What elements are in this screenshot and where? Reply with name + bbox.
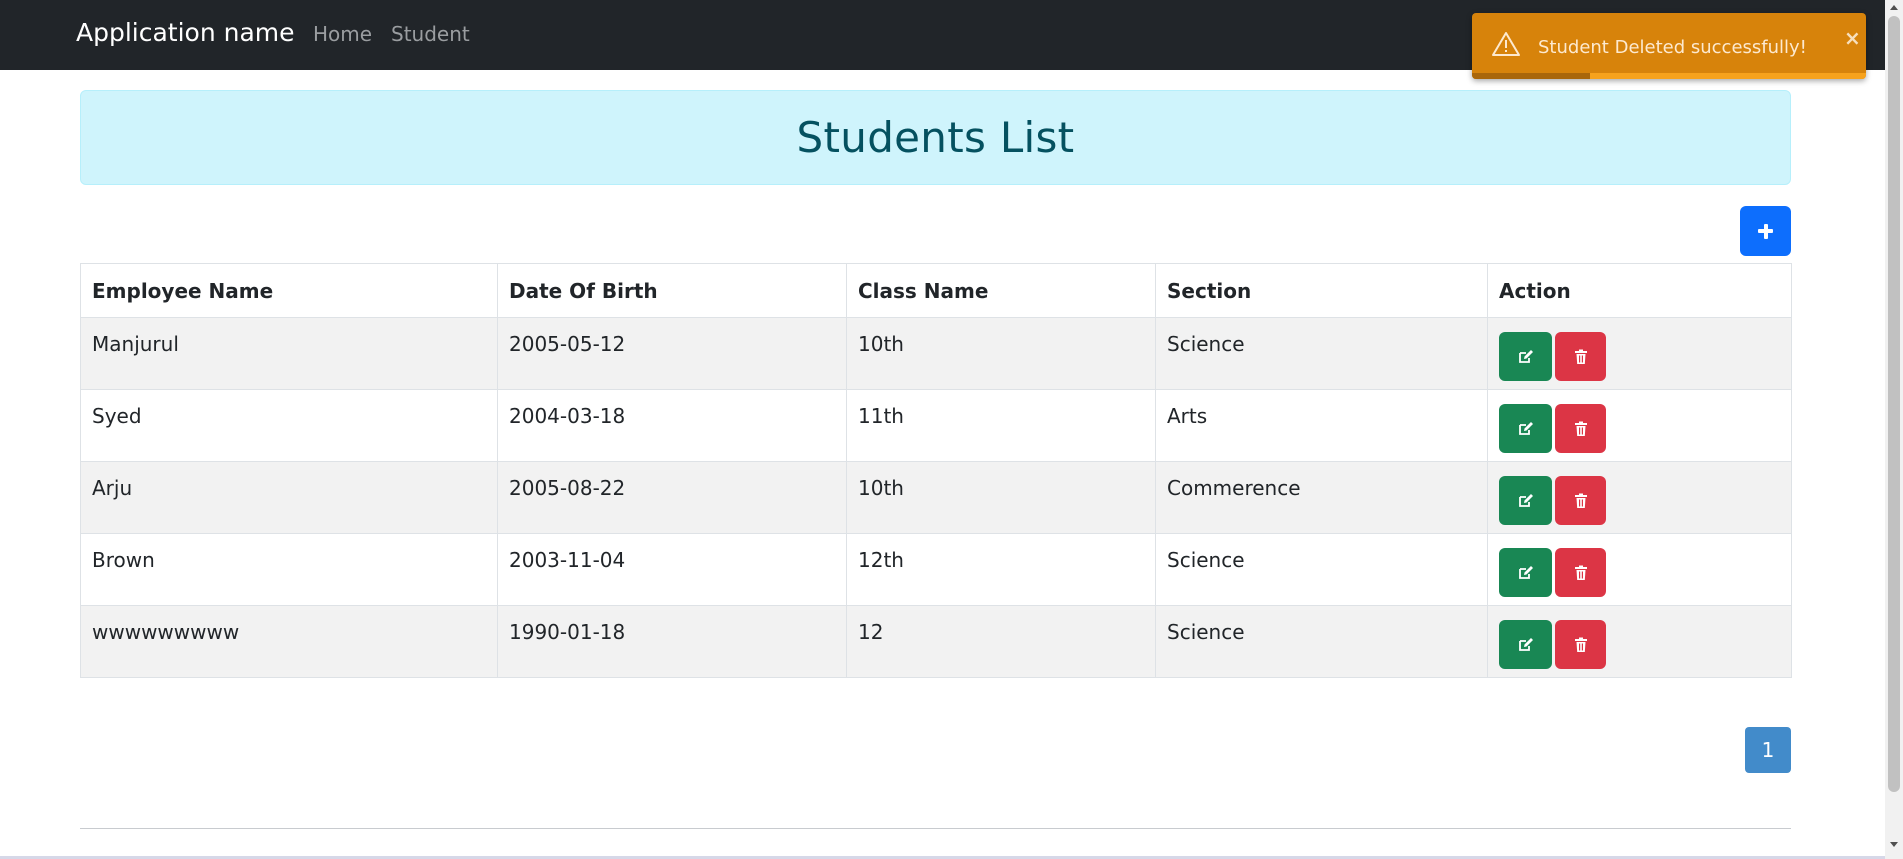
edit-button[interactable] [1499,476,1552,525]
warning-icon [1491,31,1521,61]
cell-class-name: 10th [846,461,1156,534]
cell-section: Science [1155,605,1488,678]
nav-link-home[interactable]: Home [313,22,372,46]
column-header-section: Section [1155,263,1488,318]
table-row: Brown 2003-11-04 12th Science [80,533,1792,606]
cell-date-of-birth: 2004-03-18 [497,389,847,462]
toast-progress-bar [1472,73,1591,79]
delete-button[interactable] [1555,404,1606,453]
toast-message: Student Deleted successfully! [1538,37,1807,58]
cell-section: Commerence [1155,461,1488,534]
table-row: Arju 2005-08-22 10th Commerence [80,461,1792,534]
cell-employee-name: Syed [80,389,498,462]
cell-date-of-birth: 2005-05-12 [497,317,847,390]
toast-close-button[interactable]: × [1844,28,1861,48]
cell-date-of-birth: 1990-01-18 [497,605,847,678]
table-row: Manjurul 2005-05-12 10th Science [80,317,1792,390]
table-header-row: Employee Name Date Of Birth Class Name S… [80,263,1792,318]
pagination-page-button[interactable]: 1 [1745,727,1791,773]
cell-section: Science [1155,317,1488,390]
table-row: wwwwwwwww 1990-01-18 12 Science [80,605,1792,678]
cell-employee-name: Arju [80,461,498,534]
column-header-date-of-birth: Date Of Birth [497,263,847,318]
cell-class-name: 11th [846,389,1156,462]
edit-button[interactable] [1499,620,1552,669]
students-table: Employee Name Date Of Birth Class Name S… [80,263,1792,678]
cell-action [1487,389,1792,462]
cell-employee-name: Brown [80,533,498,606]
add-student-button[interactable] [1740,206,1791,256]
cell-section: Science [1155,533,1488,606]
cell-date-of-birth: 2003-11-04 [497,533,847,606]
table-row: Syed 2004-03-18 11th Arts [80,389,1792,462]
toast-notification: Student Deleted successfully! × [1472,13,1866,79]
cell-action [1487,317,1792,390]
cell-action [1487,461,1792,534]
brand-link[interactable]: Application name [76,18,295,47]
footer-divider [80,828,1791,829]
cell-action [1487,605,1792,678]
cell-date-of-birth: 2005-08-22 [497,461,847,534]
scroll-up-icon[interactable] [1890,5,1898,10]
column-header-class-name: Class Name [846,263,1156,318]
delete-button[interactable] [1555,476,1606,525]
cell-class-name: 12th [846,533,1156,606]
scroll-down-icon[interactable] [1890,842,1898,847]
column-header-employee-name: Employee Name [80,263,498,318]
vertical-scrollbar[interactable] [1885,0,1903,859]
cell-class-name: 12 [846,605,1156,678]
edit-button[interactable] [1499,332,1552,381]
edit-button[interactable] [1499,404,1552,453]
nav-link-student[interactable]: Student [391,22,470,46]
delete-button[interactable] [1555,620,1606,669]
page-title: Students List [796,113,1075,162]
scrollbar-thumb[interactable] [1888,16,1900,792]
cell-class-name: 10th [846,317,1156,390]
cell-employee-name: wwwwwwwww [80,605,498,678]
edit-button[interactable] [1499,548,1552,597]
page-title-banner: Students List [80,90,1791,185]
toast-progress-track [1472,73,1866,79]
delete-button[interactable] [1555,332,1606,381]
cell-employee-name: Manjurul [80,317,498,390]
cell-section: Arts [1155,389,1488,462]
column-header-action: Action [1487,263,1792,318]
delete-button[interactable] [1555,548,1606,597]
cell-action [1487,533,1792,606]
